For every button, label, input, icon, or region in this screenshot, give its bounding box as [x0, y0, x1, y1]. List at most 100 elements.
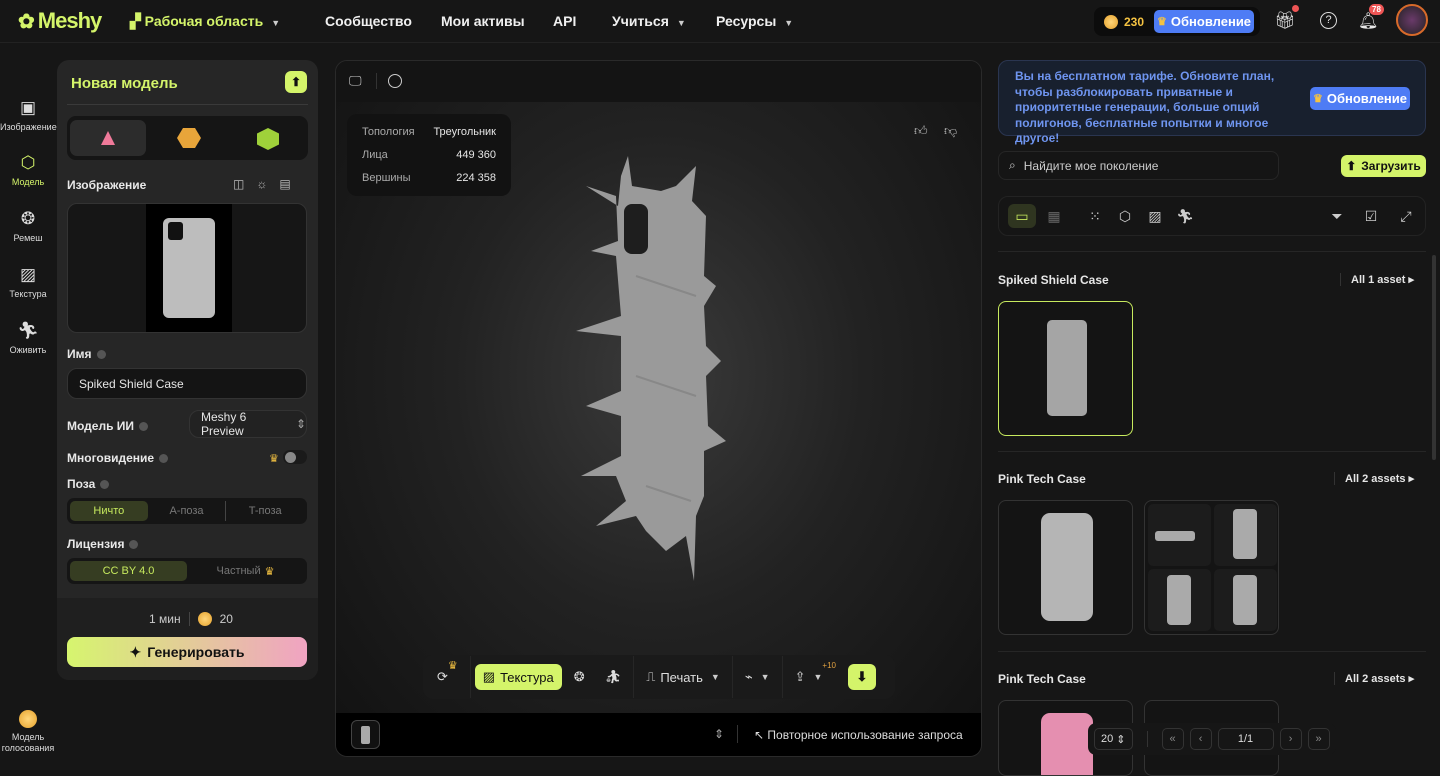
share-button[interactable]: ⇪ ▼ +10 — [787, 661, 844, 692]
regenerate-button[interactable]: ⟳ ♛ — [429, 660, 466, 692]
rail-item-texture[interactable]: ▨ Текстура — [0, 265, 56, 299]
plugin-button[interactable]: ⌁ ▼ — [737, 662, 778, 692]
divider — [67, 104, 308, 105]
first-page-button[interactable]: « — [1161, 728, 1184, 750]
asset-thumbnail[interactable] — [998, 500, 1133, 635]
coin-icon — [197, 612, 212, 626]
view-all-link[interactable]: All 2 assets ▸ — [1334, 672, 1414, 685]
upgrade-banner: Вы на бесплатном тарифе. Обновите план, … — [998, 60, 1426, 145]
nav-api[interactable]: API — [553, 13, 576, 29]
pose-none[interactable]: Ничто — [70, 501, 148, 521]
page-size-select[interactable]: 20 ⇕ — [1094, 728, 1133, 750]
last-page-button[interactable]: » — [1307, 728, 1330, 750]
group-title: Pink Tech Case — [998, 472, 1086, 486]
upgrade-button[interactable]: ♛ Обновление — [1154, 10, 1255, 33]
monitor-icon[interactable]: 🖵︎ — [349, 73, 362, 89]
nav-learn[interactable]: Учиться ▼ — [612, 13, 686, 29]
thumbs-up-icon[interactable]: 👍︎ — [914, 123, 928, 139]
panel-title: Новая модель — [71, 75, 178, 92]
image-preview[interactable] — [67, 203, 307, 333]
avatar[interactable] — [1396, 4, 1428, 36]
folder-view-icon[interactable]: ▭ — [1008, 204, 1036, 228]
logo[interactable]: ✿ Meshy — [18, 8, 102, 34]
license-selector: CC BY 4.0 Частный ♛ — [67, 558, 307, 584]
asset-thumbnail[interactable] — [998, 301, 1133, 436]
all-types-icon[interactable]: ⁙ — [1081, 204, 1109, 228]
help-icon[interactable]: ? — [1320, 12, 1337, 29]
animate-icon: 🏃︎ — [17, 321, 39, 340]
license-label: Лицензия — [67, 537, 139, 551]
coin-icon — [1104, 14, 1118, 29]
license-cc[interactable]: CC BY 4.0 — [70, 561, 187, 581]
fullscreen-icon[interactable]: ⤢ — [1392, 204, 1420, 228]
globe-icon[interactable] — [388, 74, 402, 88]
workspace-menu[interactable]: ▞ Рабочая область ▼ — [130, 13, 280, 30]
info-icon — [100, 480, 110, 490]
source-thumbnail[interactable] — [351, 720, 380, 749]
cost-info: 1 мин 20 — [149, 612, 233, 626]
nav-community[interactable]: Сообщество — [325, 13, 412, 29]
download-button[interactable]: ⬇ — [847, 664, 876, 690]
name-label: Имя — [67, 347, 106, 361]
select-icon[interactable]: ☑ — [1357, 204, 1385, 228]
sparkle-icon: ✦ — [129, 643, 142, 660]
pose-t[interactable]: T-поза — [225, 501, 304, 521]
license-private[interactable]: Частный ♛ — [187, 561, 304, 581]
animate-filter-icon[interactable]: 🏃︎ — [1171, 204, 1199, 228]
upload-icon[interactable]: ⬆ — [285, 71, 307, 93]
multi-image-icon[interactable] — [177, 128, 201, 148]
book-icon: ▤ — [279, 177, 303, 191]
pose-a[interactable]: A-поза — [148, 501, 226, 521]
gift-dot — [1292, 5, 1299, 12]
filter-sort-icon[interactable]: ⏷ — [1323, 204, 1351, 228]
texture-button[interactable]: ▨ Текстура — [474, 664, 562, 690]
rig-button[interactable]: ⛹︎ — [597, 662, 630, 692]
upload-button[interactable]: ⬆ Загрузить — [1341, 155, 1426, 177]
mesh-stats: Топология Треугольник Лица 449 360 Вершины… — [347, 114, 511, 196]
grid-view-icon[interactable]: ▦ — [1040, 204, 1068, 228]
view-all-link[interactable]: All 2 assets ▸ — [1334, 472, 1414, 485]
preview-image — [146, 204, 232, 332]
updown-icon: ⇕ — [295, 417, 306, 431]
arrow-up-left-icon: ↖ — [754, 728, 765, 742]
asset-thumbnail-multi[interactable] — [1144, 500, 1279, 635]
upload-icon: ⬆ — [1346, 159, 1357, 173]
group-title: Pink Tech Case — [998, 672, 1086, 686]
banner-upgrade-button[interactable]: ♛ Обновление — [1310, 87, 1410, 110]
print-button[interactable]: ⎍ Печать ▼ — [638, 662, 728, 692]
expand-icon[interactable]: ⇕ — [714, 727, 724, 741]
thumbs-down-icon[interactable]: 👎︎ — [944, 123, 957, 139]
rail-item-animate[interactable]: 🏃︎ Оживить — [0, 321, 56, 355]
image-tools[interactable]: ◫☼▤ — [233, 177, 303, 191]
prev-page-button[interactable]: ‹ — [1189, 728, 1212, 750]
search-input[interactable]: ⌕ Найдите мое поколение — [998, 151, 1279, 180]
3d-model — [576, 156, 726, 581]
cube-icon: ⬡ — [20, 153, 36, 172]
rail-item-vote[interactable]: Модель голосования — [0, 710, 56, 754]
texture-filter-icon[interactable]: ▨ — [1141, 204, 1169, 228]
name-input[interactable]: Spiked Shield Case — [67, 368, 307, 399]
next-page-button[interactable]: › — [1279, 728, 1302, 750]
generate-button[interactable]: ✦ Генерировать — [67, 637, 307, 667]
rail-item-remesh[interactable]: ❂ Ремеш — [0, 209, 56, 243]
reuse-prompt-button[interactable]: ↖ Повторное использование запроса — [754, 728, 963, 742]
sidebar-rail: ▣ Изображение ⬡ Модель ❂ Ремеш ▨ Текстура 🏃︎… — [0, 43, 57, 776]
nav-assets[interactable]: Мои активы — [441, 13, 525, 29]
nav-resources[interactable]: Ресурсы ▼ — [716, 13, 793, 29]
3d-viewport[interactable]: 🖵︎ Топология Треугольник Лица 449 360 Верш… — [335, 60, 982, 757]
rail-item-model[interactable]: ⬡ Модель — [0, 153, 56, 187]
remesh-button[interactable]: ❂ — [566, 662, 593, 692]
search-icon: ⌕ — [1009, 158, 1016, 172]
view-all-link[interactable]: All 1 asset ▸ — [1340, 273, 1414, 286]
text-to-3d-icon[interactable] — [257, 128, 279, 150]
cube-filter-icon[interactable]: ⬡ — [1111, 204, 1139, 228]
page-indicator[interactable]: 1/1 — [1217, 728, 1274, 750]
rail-item-image[interactable]: ▣ Изображение — [0, 98, 57, 132]
ai-model-select[interactable]: Meshy 6 Preview ⇕ — [189, 410, 307, 438]
multiview-toggle[interactable] — [283, 450, 307, 464]
tab-image-to-3d[interactable] — [70, 120, 146, 156]
gift-icon[interactable]: 🎁︎ — [1274, 11, 1296, 31]
viewport-toolbar: 🖵︎ — [336, 61, 981, 102]
texture-icon: ▨ — [19, 265, 37, 284]
scrollbar[interactable] — [1432, 255, 1436, 460]
